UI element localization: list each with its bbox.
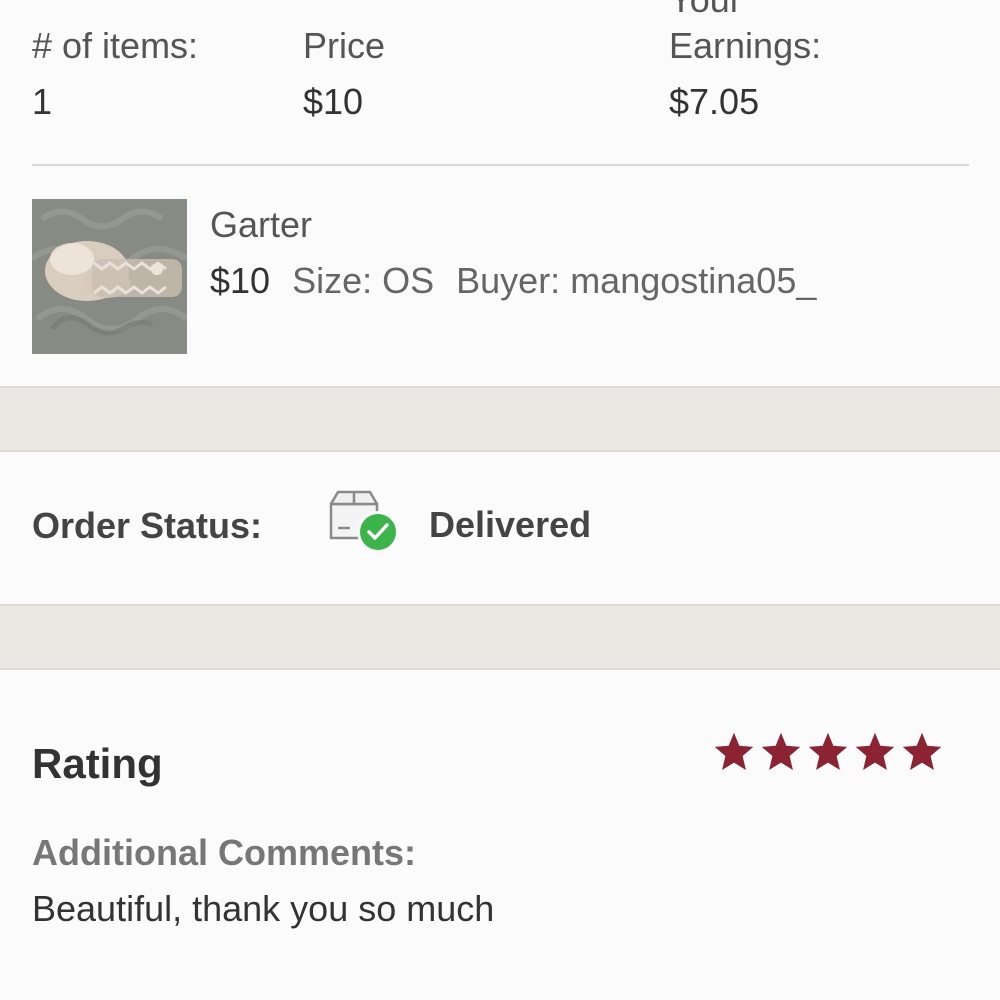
- order-summary: # of items: 1 Price $10 Your Earnings: $…: [0, 0, 1000, 165]
- star-icon: [808, 732, 848, 770]
- star-icon: [761, 732, 801, 770]
- earnings-value: $7.05: [669, 81, 760, 122]
- star-icon: [902, 732, 942, 770]
- order-status-value: Delivered: [429, 504, 592, 545]
- order-status-label: Order Status:: [32, 505, 263, 546]
- section-separator: [0, 386, 1000, 452]
- product-thumbnail[interactable]: [32, 199, 187, 354]
- product-buyer[interactable]: Buyer: mangostina05_: [456, 260, 816, 301]
- earnings-label: Earnings:: [669, 25, 822, 66]
- comments-label: Additional Comments:: [32, 832, 416, 873]
- section-separator: [0, 604, 1000, 670]
- package-delivered-icon: [328, 490, 404, 556]
- rating-label: Rating: [32, 740, 163, 787]
- items-value: 1: [32, 81, 53, 122]
- product-name[interactable]: Garter: [210, 207, 312, 243]
- star-icon: [714, 732, 754, 770]
- product-size: Size: OS: [292, 260, 435, 301]
- comments-text: Beautiful, thank you so much: [32, 888, 495, 929]
- product-photo-icon: [32, 199, 187, 354]
- product-price: $10: [210, 260, 271, 301]
- items-label: # of items:: [32, 25, 199, 66]
- summary-divider: [32, 164, 969, 166]
- earnings-label-top: Your: [669, 0, 742, 18]
- product-meta: $10 Size: OS Buyer: mangostina05_: [210, 263, 816, 299]
- star-icon: [855, 732, 895, 770]
- price-label: Price: [303, 25, 386, 66]
- rating-stars: [712, 730, 947, 776]
- price-value: $10: [303, 81, 364, 122]
